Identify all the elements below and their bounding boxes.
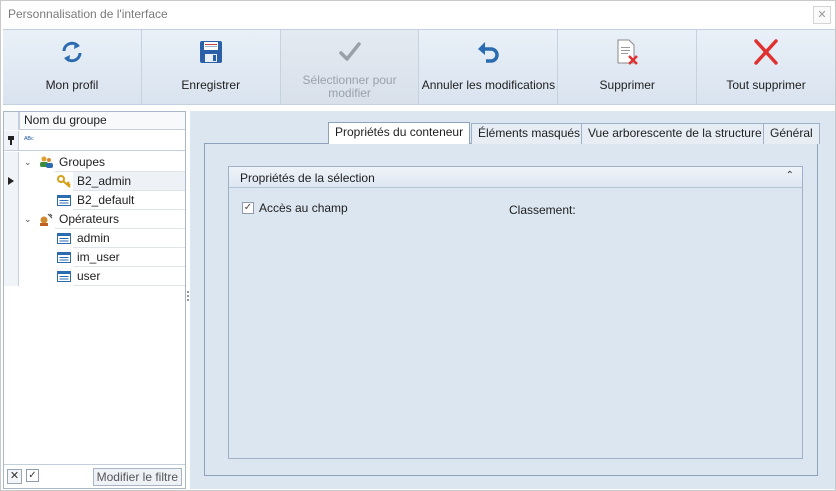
- tab-general[interactable]: Général: [763, 123, 820, 144]
- tree-node-label: admin: [73, 229, 185, 248]
- column-header-group-name[interactable]: Nom du groupe: [19, 112, 185, 130]
- my-profile-button[interactable]: Mon profil: [3, 30, 142, 104]
- form-item-icon: [57, 271, 71, 282]
- title-bar: Personnalisation de l'interface ✕: [1, 1, 835, 28]
- delete-button[interactable]: Supprimer: [558, 30, 698, 104]
- operators-icon: [40, 213, 53, 226]
- enable-filter-checkbox[interactable]: ✓: [26, 469, 39, 482]
- form-item-icon: [57, 195, 71, 206]
- delete-label: Supprimer: [599, 78, 655, 92]
- grid-header: Nom du groupe: [4, 112, 185, 130]
- my-profile-label: Mon profil: [45, 78, 99, 92]
- tree-node-groupes[interactable]: ⌄ Groupes: [4, 153, 185, 172]
- toolbar: Mon profil Enregistrer Sélectionner pour…: [3, 29, 835, 105]
- tree-node-label: im_user: [73, 248, 185, 267]
- properties-panel: Propriétés du conteneur Éléments masqués…: [190, 111, 835, 489]
- select-to-edit-label: Sélectionner pour modifier: [302, 73, 397, 100]
- clear-filter-button[interactable]: ✕: [7, 469, 22, 484]
- save-label: Enregistrer: [181, 78, 241, 92]
- tree-node-admin[interactable]: admin: [4, 229, 185, 248]
- save-button[interactable]: Enregistrer: [141, 30, 281, 104]
- tab-container-properties[interactable]: Propriétés du conteneur: [328, 122, 471, 144]
- form-item-icon: [57, 233, 71, 244]
- classement-label: Classement:: [509, 203, 576, 217]
- form-item-icon: [57, 252, 71, 263]
- tree-node-user[interactable]: user: [4, 267, 185, 286]
- edit-filter-button[interactable]: Modifier le filtre: [92, 468, 182, 486]
- tree-node-label: B2_default: [73, 191, 185, 210]
- window-title: Personnalisation de l'interface: [8, 7, 168, 21]
- tab-structure-tree-view[interactable]: Vue arborescente de la structure: [581, 123, 769, 144]
- red-x-icon: [754, 39, 778, 65]
- users-folder-icon: [40, 156, 53, 168]
- filter-bar: ✕ ✓ Modifier le filtre: [4, 464, 185, 488]
- group-title: Propriétés de la sélection: [240, 171, 375, 185]
- chevron-down-icon[interactable]: ⌄: [24, 213, 34, 225]
- key-icon: [57, 175, 71, 188]
- field-access-label: Accès au champ: [259, 201, 348, 215]
- refresh-icon: [62, 41, 82, 63]
- tree-node-b2-admin[interactable]: B2_admin: [4, 172, 185, 191]
- tree-node-label: Opérateurs: [55, 210, 185, 229]
- undo-changes-button[interactable]: Annuler les modifications: [419, 30, 559, 104]
- chevron-up-icon[interactable]: ⌃: [786, 170, 794, 181]
- delete-all-button[interactable]: Tout supprimer: [697, 30, 835, 104]
- header-indicator: [4, 112, 19, 130]
- selection-properties-header[interactable]: Propriétés de la sélection ⌃: [229, 167, 802, 188]
- dialog-window: Personnalisation de l'interface ✕ Mon pr…: [0, 0, 836, 491]
- tree-node-label: user: [73, 267, 185, 286]
- tree-node-b2-default[interactable]: B2_default: [4, 191, 185, 210]
- tree-node-label: Groupes: [55, 153, 185, 172]
- tree-node-operateurs[interactable]: ⌄ Opérateurs: [4, 210, 185, 229]
- checkmark-icon: [338, 42, 361, 61]
- delete-all-label: Tout supprimer: [726, 78, 806, 92]
- selection-properties-group: Propriétés de la sélection ⌃ ✓ Accès au …: [228, 166, 803, 459]
- pin-icon: [8, 136, 14, 145]
- undo-changes-label: Annuler les modifications: [421, 78, 556, 92]
- tab-hidden-elements[interactable]: Éléments masqués: [471, 123, 588, 144]
- group-tree-panel: Nom du groupe ᴬᴮᶜ ⌄ Groupes B2_admin B2_…: [3, 111, 186, 489]
- close-button[interactable]: ✕: [813, 6, 831, 24]
- field-access-checkbox[interactable]: ✓: [242, 202, 254, 214]
- tree-node-im-user[interactable]: im_user: [4, 248, 185, 267]
- undo-icon: [478, 42, 500, 63]
- select-to-edit-button[interactable]: Sélectionner pour modifier: [280, 30, 420, 104]
- chevron-down-icon[interactable]: ⌄: [24, 156, 34, 168]
- tree-node-label: B2_admin: [73, 172, 185, 191]
- delete-document-icon: [617, 39, 639, 65]
- filter-row[interactable]: ᴬᴮᶜ: [4, 131, 185, 151]
- save-icon: [199, 41, 222, 63]
- filter-indicator: [4, 131, 19, 150]
- abc-filter-icon: ᴬᴮᶜ: [24, 135, 34, 144]
